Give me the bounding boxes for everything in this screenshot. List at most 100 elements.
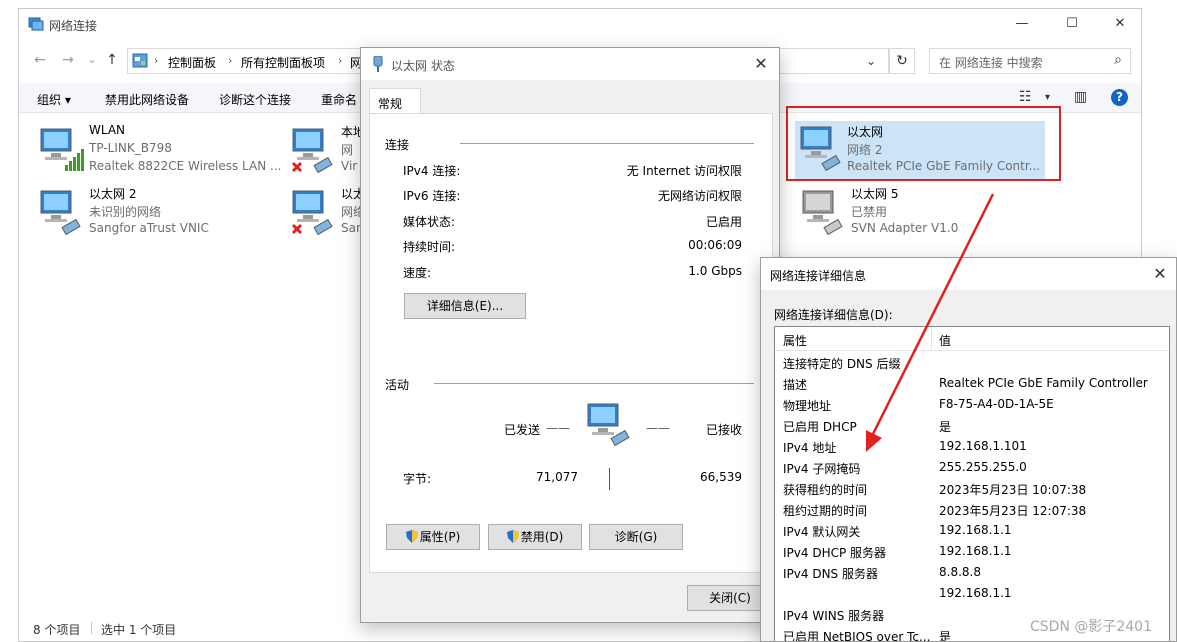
- forward-button[interactable]: →: [57, 50, 79, 70]
- details-property: IPv4 子网掩码: [783, 462, 861, 476]
- search-icon: ⌕: [1114, 52, 1122, 68]
- wifi-adapter-icon: [40, 128, 84, 171]
- close-icon[interactable]: ✕: [751, 54, 771, 73]
- maximize-button[interactable]: ☐: [1049, 9, 1095, 39]
- ethernet-connected-icon: [40, 190, 81, 235]
- details-property: 租约过期的时间: [783, 504, 868, 518]
- view-options-arrow[interactable]: ▾: [1045, 92, 1050, 103]
- rename-button[interactable]: 重命名: [321, 91, 357, 108]
- connection-status: 网: [341, 143, 354, 157]
- ipv6-connectivity-value: 无网络访问权限: [657, 189, 742, 203]
- speed-label: 速度:: [403, 266, 432, 280]
- connection-item-local[interactable]: 本地 网 Vir: [289, 123, 369, 179]
- column-header-property[interactable]: 属性: [783, 332, 807, 349]
- activity-divider: [609, 468, 610, 490]
- selected-count: 选中 1 个项目: [101, 623, 177, 637]
- details-property: IPv4 DHCP 服务器: [783, 546, 887, 560]
- details-row[interactable]: 获得租约的时间 2023年5月23日 10:07:38: [775, 478, 1169, 499]
- details-value: 2023年5月23日 12:07:38: [939, 504, 1087, 518]
- address-dropdown-button[interactable]: ⌄: [866, 54, 876, 68]
- watermark: CSDN @影子2401: [1030, 619, 1152, 635]
- highlight-box: [786, 106, 1061, 181]
- details-row[interactable]: 连接特定的 DNS 后缀: [775, 352, 1169, 373]
- recent-locations-button[interactable]: ⌄: [81, 50, 103, 70]
- details-list[interactable]: 属性 值 连接特定的 DNS 后缀 描述 Realtek PCIe GbE Fami…: [774, 326, 1170, 642]
- status-separator: [91, 622, 92, 634]
- column-header-value[interactable]: 值: [939, 332, 951, 349]
- duration-label: 持续时间:: [403, 240, 456, 254]
- details-property: IPv4 默认网关: [783, 525, 861, 539]
- tab-general[interactable]: 常规: [369, 88, 421, 114]
- details-property: 物理地址: [783, 399, 832, 413]
- ethernet-status-dialog: 以太网 状态 ✕ 常规 连接 IPv4 连接: 无 Internet 访问权限 …: [360, 47, 780, 623]
- tab-label: 常规: [378, 97, 403, 111]
- bytes-received-value: 66,539: [700, 470, 742, 484]
- ethernet-disconnected-icon: [291, 128, 333, 173]
- details-caption: 网络连接详细信息(D):: [774, 308, 893, 322]
- disable-device-button[interactable]: 禁用此网络设备: [105, 91, 189, 108]
- back-button[interactable]: ←: [29, 50, 51, 70]
- connection-group-title: 连接: [385, 138, 410, 152]
- disable-label: 禁用(D): [520, 530, 564, 544]
- details-row[interactable]: 192.168.1.1: [775, 583, 1169, 604]
- ethernet-disconnected-icon: [291, 190, 333, 235]
- details-header: 属性 值: [775, 327, 1169, 351]
- connection-name: 以太网 5: [851, 187, 899, 201]
- ipv4-connectivity-label: IPv4 连接:: [403, 164, 461, 178]
- minimize-button[interactable]: —: [999, 9, 1045, 39]
- details-button[interactable]: 详细信息(E)...: [404, 293, 526, 319]
- connection-name: WLAN: [89, 123, 126, 137]
- help-icon[interactable]: ?: [1111, 89, 1128, 106]
- close-icon[interactable]: ✕: [1150, 264, 1170, 283]
- details-row[interactable]: 租约过期的时间 2023年5月23日 12:07:38: [775, 499, 1169, 520]
- preview-pane-icon[interactable]: ▥: [1074, 89, 1087, 105]
- diagnose-connection-button[interactable]: 诊断这个连接: [219, 91, 291, 108]
- disable-button[interactable]: 禁用(D): [488, 524, 582, 550]
- details-row[interactable]: IPv4 地址 192.168.1.101: [775, 436, 1169, 457]
- title-bar: 网络连接 — ☐ ✕: [19, 9, 1141, 39]
- ipv6-connectivity-label: IPv6 连接:: [403, 189, 461, 203]
- details-row[interactable]: 已启用 DHCP 是: [775, 415, 1169, 436]
- item-count: 8 个项目: [33, 623, 81, 637]
- details-value: 192.168.1.1: [939, 544, 1012, 558]
- connection-item-ethernet-2[interactable]: 以太网 2 未识别的网络 Sangfor aTrust VNIC: [37, 185, 287, 241]
- connection-device: Vir: [341, 159, 358, 173]
- column-separator[interactable]: [931, 327, 932, 351]
- details-value: 192.168.1.101: [939, 439, 1027, 453]
- details-property: IPv4 DNS 服务器: [783, 567, 878, 581]
- details-row[interactable]: IPv4 DNS 服务器 8.8.8.8: [775, 562, 1169, 583]
- details-row[interactable]: IPv4 DHCP 服务器 192.168.1.1: [775, 541, 1169, 562]
- refresh-button[interactable]: ↻: [889, 48, 915, 74]
- duration-value: 00:06:09: [688, 238, 742, 252]
- organize-menu[interactable]: 组织 ▾: [37, 91, 71, 108]
- uac-shield-icon: [506, 530, 519, 543]
- details-value: Realtek PCIe GbE Family Controller: [939, 376, 1148, 390]
- connection-item-wlan[interactable]: WLAN TP-LINK_B798 Realtek 8822CE Wireles…: [37, 123, 287, 179]
- details-row[interactable]: 物理地址 F8-75-A4-0D-1A-5E: [775, 394, 1169, 415]
- window-title: 网络连接: [49, 19, 98, 33]
- search-box[interactable]: 在 网络连接 中搜索 ⌕: [929, 48, 1131, 74]
- properties-button[interactable]: 属性(P): [386, 524, 480, 550]
- breadcrumb-control-panel[interactable]: 控制面板: [168, 54, 216, 71]
- diagnose-button[interactable]: 诊断(G): [589, 524, 683, 550]
- connection-item-ethernet-5[interactable]: 以太网 5 已禁用 SVN Adapter V1.0: [799, 185, 1049, 241]
- network-details-dialog: 网络连接详细信息 ✕ 网络连接详细信息(D): 属性 值 连接特定的 DNS 后…: [760, 257, 1177, 642]
- received-label: 已接收: [705, 423, 742, 437]
- ipv4-connectivity-value: 无 Internet 访问权限: [626, 164, 742, 178]
- breadcrumb-separator: ›: [228, 54, 233, 67]
- details-property: IPv4 WINS 服务器: [783, 609, 885, 623]
- close-button[interactable]: ✕: [1097, 9, 1141, 39]
- sent-dash: ——: [546, 421, 570, 435]
- breadcrumb-all-items[interactable]: 所有控制面板项: [241, 54, 325, 71]
- details-row[interactable]: 描述 Realtek PCIe GbE Family Controller: [775, 373, 1169, 394]
- group-divider: [434, 383, 754, 384]
- received-dash: ——: [646, 421, 670, 435]
- details-row[interactable]: IPv4 子网掩码 255.255.255.0: [775, 457, 1169, 478]
- up-button[interactable]: ↑: [101, 50, 123, 70]
- change-view-icon[interactable]: ☷: [1019, 89, 1032, 105]
- breadcrumb-separator: ›: [338, 54, 343, 67]
- connection-device: Sar: [341, 221, 361, 235]
- details-row[interactable]: IPv4 默认网关 192.168.1.1: [775, 520, 1169, 541]
- connection-item-ethernet-other[interactable]: 以太 网络 Sar: [289, 185, 369, 241]
- details-property: 已启用 NetBIOS over Tc...: [783, 630, 931, 642]
